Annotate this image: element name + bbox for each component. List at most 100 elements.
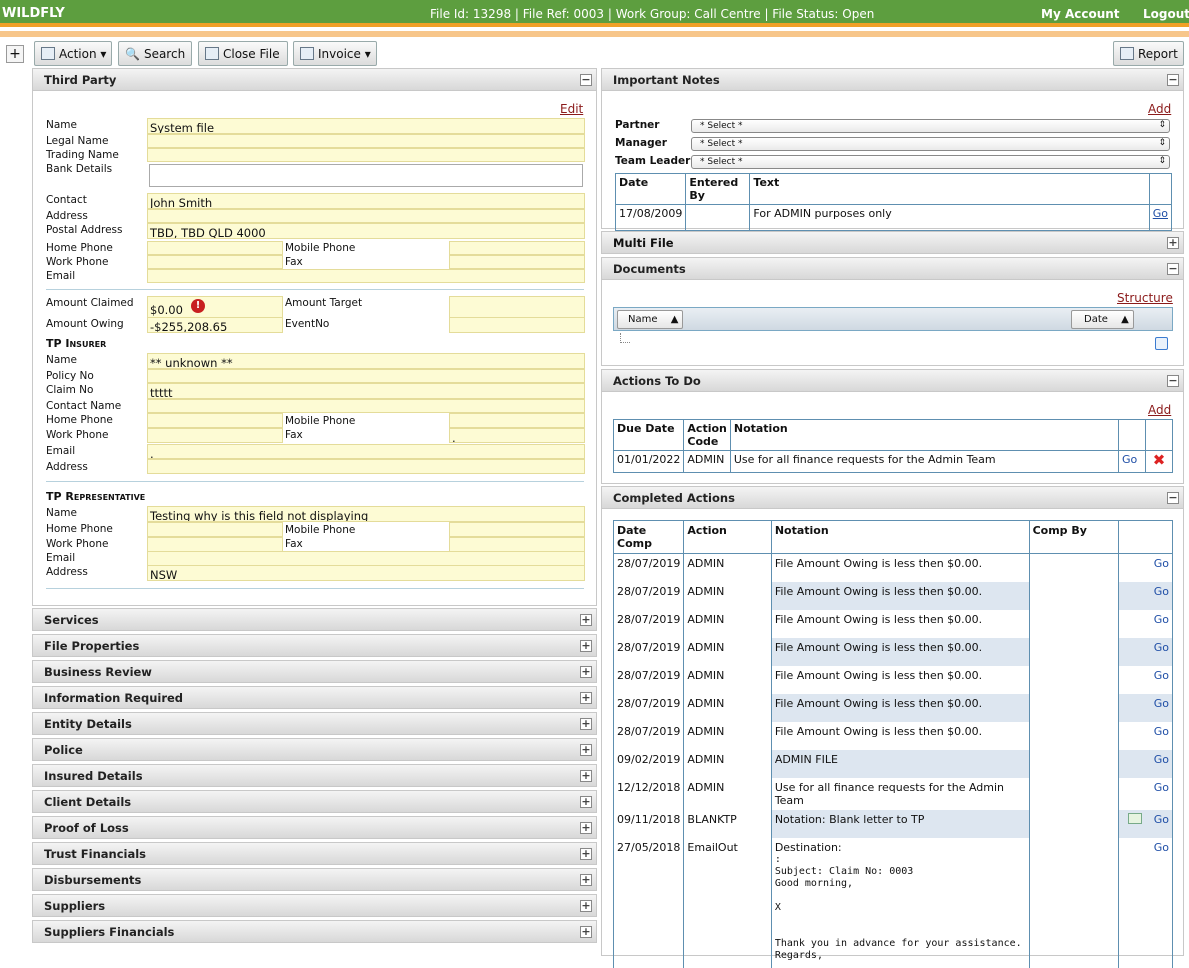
rep-mobile-phone-field[interactable] [449, 522, 585, 537]
partner-select[interactable]: * Select * ⇕ [691, 119, 1170, 133]
rep-work-phone-field[interactable] [147, 537, 283, 552]
team-leader-select[interactable]: * Select * ⇕ [691, 155, 1170, 169]
section-suppliers-financials[interactable]: Suppliers Financials + [32, 920, 597, 943]
go-link[interactable]: Go [1154, 669, 1169, 682]
tp-mobile-phone-field[interactable] [449, 241, 585, 255]
collapse-icon[interactable]: − [1167, 375, 1179, 387]
third-party-header[interactable]: Third Party − [33, 69, 596, 91]
expand-icon[interactable]: + [580, 900, 592, 912]
go-link[interactable]: Go [1154, 725, 1169, 738]
insurer-home-phone-field[interactable] [147, 413, 283, 428]
search-button[interactable]: 🔍 Search [118, 41, 192, 66]
rep-home-phone-field[interactable] [147, 522, 283, 537]
important-notes-add-link[interactable]: Add [1148, 102, 1171, 116]
expand-icon[interactable]: + [580, 692, 592, 704]
insurer-mobile-phone-field[interactable] [449, 413, 585, 428]
third-party-edit-link[interactable]: Edit [560, 102, 583, 116]
tp-amount-target-field[interactable] [449, 296, 585, 318]
go-link[interactable]: Go [1154, 813, 1169, 826]
tp-fax-field[interactable] [449, 255, 585, 269]
tp-email-field[interactable] [147, 269, 585, 283]
rep-address-field[interactable]: NSW [147, 565, 585, 581]
tp-amount-owing-field[interactable]: -$255,208.65 [147, 317, 283, 333]
tp-contact-field[interactable]: John Smith [147, 193, 585, 209]
expand-icon[interactable]: + [580, 718, 592, 730]
section-disbursements[interactable]: Disbursements + [32, 868, 597, 891]
rep-name-field[interactable]: Testing why is this field not displaying [147, 506, 585, 522]
section-business-review[interactable]: Business Review + [32, 660, 597, 683]
expand-icon[interactable]: + [580, 926, 592, 938]
go-link[interactable]: Go [1154, 557, 1169, 570]
report-button[interactable]: Report [1113, 41, 1184, 66]
collapse-icon[interactable]: − [1167, 74, 1179, 86]
documents-header[interactable]: Documents − [602, 258, 1183, 280]
email-sent-icon[interactable] [1127, 812, 1142, 824]
insurer-name-field[interactable]: ** unknown ** [147, 353, 585, 369]
section-services[interactable]: Services + [32, 608, 597, 631]
expand-all-button[interactable]: + [6, 45, 24, 63]
expand-icon[interactable]: + [580, 796, 592, 808]
go-link[interactable]: Go [1154, 613, 1169, 626]
section-insured-details[interactable]: Insured Details + [32, 764, 597, 787]
documents-structure-link[interactable]: Structure [1117, 291, 1173, 305]
logout-link[interactable]: Logout [1143, 7, 1189, 21]
expand-icon[interactable]: + [1167, 237, 1179, 249]
important-notes-header[interactable]: Important Notes − [602, 69, 1183, 91]
insurer-address-field[interactable] [147, 459, 585, 474]
documents-sort-date[interactable]: Date ▲ [1071, 310, 1134, 329]
completed-actions-header[interactable]: Completed Actions − [602, 487, 1183, 509]
rep-fax-field[interactable] [449, 537, 585, 552]
tp-name-field[interactable]: System file [147, 118, 585, 134]
tp-event-no-field[interactable] [449, 317, 585, 333]
section-client-details[interactable]: Client Details + [32, 790, 597, 813]
go-link[interactable]: Go [1154, 697, 1169, 710]
section-police[interactable]: Police + [32, 738, 597, 761]
go-link[interactable]: Go [1154, 753, 1169, 766]
my-account-link[interactable]: My Account [1041, 7, 1120, 21]
actions-todo-add-link[interactable]: Add [1148, 403, 1171, 417]
tp-bank-details-textarea[interactable] [149, 164, 583, 187]
tp-postal-address-field[interactable]: TBD, TBD QLD 4000 [147, 223, 585, 239]
go-link[interactable]: Go [1154, 585, 1169, 598]
insurer-contact-name-field[interactable] [147, 399, 585, 413]
tp-legal-name-field[interactable] [147, 134, 585, 148]
expand-icon[interactable]: + [580, 822, 592, 834]
delete-icon[interactable]: ✖ [1145, 450, 1173, 473]
expand-icon[interactable]: + [580, 848, 592, 860]
insurer-fax-field[interactable]: . [449, 428, 585, 443]
tp-address-field[interactable] [147, 209, 585, 223]
multi-file-header[interactable]: Multi File + [601, 231, 1184, 254]
tp-trading-name-field[interactable] [147, 148, 585, 162]
section-suppliers[interactable]: Suppliers + [32, 894, 597, 917]
insurer-email-field[interactable]: . [147, 444, 585, 459]
tp-work-phone-field[interactable] [147, 255, 283, 269]
go-link[interactable]: Go [1154, 641, 1169, 654]
tp-amount-claimed-field[interactable]: $0.00 [147, 296, 283, 318]
section-proof-of-loss[interactable]: Proof of Loss + [32, 816, 597, 839]
insurer-work-phone-field[interactable] [147, 428, 283, 443]
collapse-icon[interactable]: − [1167, 263, 1179, 275]
documents-sort-name[interactable]: Name ▲ [617, 310, 683, 329]
action-menu-button[interactable]: Action ▾ [34, 41, 112, 66]
section-trust-financials[interactable]: Trust Financials + [32, 842, 597, 865]
rep-email-field[interactable] [147, 551, 585, 566]
go-link[interactable]: Go [1154, 781, 1169, 794]
expand-icon[interactable]: + [580, 744, 592, 756]
insurer-policy-no-field[interactable] [147, 369, 585, 383]
expand-icon[interactable]: + [580, 614, 592, 626]
close-file-button[interactable]: Close File [198, 41, 288, 66]
expand-icon[interactable]: + [580, 640, 592, 652]
collapse-icon[interactable]: − [580, 74, 592, 86]
collapse-icon[interactable]: − [1167, 492, 1179, 504]
section-entity-details[interactable]: Entity Details + [32, 712, 597, 735]
insurer-claim-no-field[interactable]: ttttt [147, 383, 585, 399]
todo-go-link[interactable]: Go [1122, 453, 1137, 466]
expand-icon[interactable]: + [580, 770, 592, 782]
actions-todo-header[interactable]: Actions To Do − [602, 370, 1183, 392]
invoice-menu-button[interactable]: Invoice ▾ [293, 41, 377, 66]
tp-home-phone-field[interactable] [147, 241, 283, 255]
expand-icon[interactable]: + [580, 666, 592, 678]
go-link[interactable]: Go [1154, 841, 1169, 854]
expand-icon[interactable]: + [580, 874, 592, 886]
note-go-link[interactable]: Go [1153, 207, 1168, 220]
